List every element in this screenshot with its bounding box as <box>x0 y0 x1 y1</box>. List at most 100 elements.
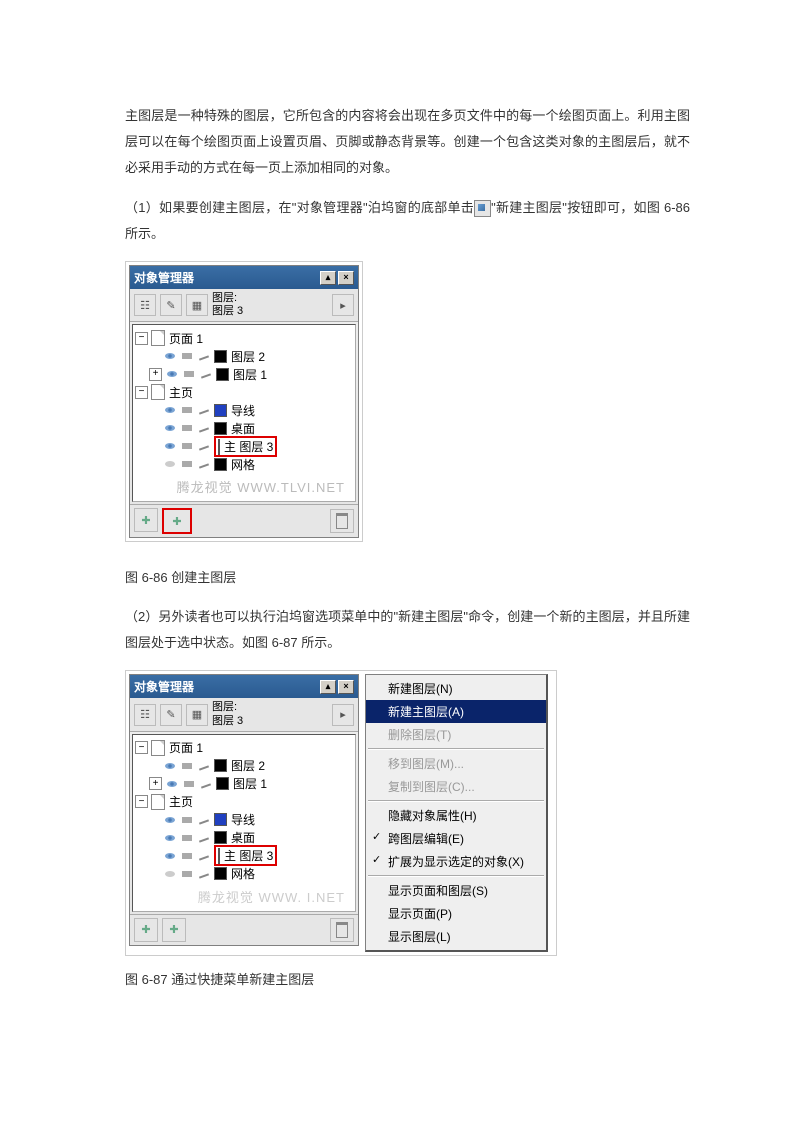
printer-icon[interactable] <box>180 422 194 434</box>
eye-icon[interactable] <box>163 351 177 361</box>
menu-cross-layer-edit[interactable]: 跨图层编辑(E) <box>366 827 546 850</box>
eye-icon[interactable] <box>163 815 177 825</box>
menu-hide-props[interactable]: 隐藏对象属性(H) <box>366 804 546 827</box>
eye-icon[interactable] <box>163 833 177 843</box>
tree-master[interactable]: −主页 <box>135 383 353 401</box>
layer-tree: −页面 1 图层 2 + 图层 1 −主页 <box>132 734 356 912</box>
pen-icon[interactable] <box>199 778 213 790</box>
menu-expand-selected[interactable]: 扩展为显示选定的对象(X) <box>366 850 546 873</box>
watermark: 腾龙视觉 WWW. I.NET <box>135 883 353 907</box>
tree-layer2[interactable]: 图层 2 <box>135 347 353 365</box>
printer-icon[interactable] <box>180 760 194 772</box>
eye-icon[interactable] <box>163 851 177 861</box>
printer-icon[interactable] <box>180 850 194 862</box>
printer-icon[interactable] <box>180 440 194 452</box>
toolbar-btn-1[interactable]: ☷ <box>134 294 156 316</box>
tree-master[interactable]: −主页 <box>135 793 353 811</box>
color-swatch[interactable] <box>214 458 227 471</box>
pen-icon[interactable] <box>197 458 211 470</box>
minimize-button[interactable]: ▴ <box>320 271 336 285</box>
pen-icon[interactable] <box>197 350 211 362</box>
pen-icon[interactable] <box>197 850 211 862</box>
context-menu: 新建图层(N) 新建主图层(A) 删除图层(T) 移到图层(M)... 复制到图… <box>365 674 548 952</box>
eye-icon[interactable] <box>163 423 177 433</box>
tree-page1[interactable]: −页面 1 <box>135 739 353 757</box>
figure-687: 对象管理器 ▴ × ☷ ✎ ▦ 图层: 图层 3 ▸ −页面 1 <box>125 670 557 956</box>
close-button[interactable]: × <box>338 271 354 285</box>
object-manager-panel: 对象管理器 ▴ × ☷ ✎ ▦ 图层: 图层 3 ▸ −页面 1 <box>129 265 359 538</box>
figure-686-caption: 图 6-86 创建主图层 <box>125 567 690 586</box>
new-layer-button[interactable]: ✚ <box>134 508 158 532</box>
eye-icon[interactable] <box>163 441 177 451</box>
new-master-layer-button[interactable]: ✚ <box>162 918 186 942</box>
menu-delete-layer: 删除图层(T) <box>366 723 546 746</box>
eye-icon[interactable] <box>163 869 177 879</box>
toolbar-menu-btn[interactable]: ▸ <box>332 704 354 726</box>
eye-icon[interactable] <box>163 761 177 771</box>
new-layer-button[interactable]: ✚ <box>134 918 158 942</box>
tree-guides[interactable]: 导线 <box>135 401 353 419</box>
layer-label-top: 图层: <box>212 292 243 305</box>
menu-new-layer[interactable]: 新建图层(N) <box>366 677 546 700</box>
menu-show-layer[interactable]: 显示图层(L) <box>366 925 546 948</box>
printer-icon[interactable] <box>180 350 194 362</box>
tree-desktop[interactable]: 桌面 <box>135 829 353 847</box>
delete-layer-button[interactable] <box>330 918 354 942</box>
pen-icon[interactable] <box>197 760 211 772</box>
layer-tree: −页面 1 图层 2 + 图层 1 −主页 <box>132 324 356 502</box>
pen-icon[interactable] <box>199 368 213 380</box>
layer-label-bottom: 图层 3 <box>212 715 243 728</box>
tree-desktop[interactable]: 桌面 <box>135 419 353 437</box>
tree-grid[interactable]: 网格 <box>135 865 353 883</box>
toolbar-btn-1[interactable]: ☷ <box>134 704 156 726</box>
printer-icon[interactable] <box>180 404 194 416</box>
pen-icon[interactable] <box>197 868 211 880</box>
toolbar-btn-3[interactable]: ▦ <box>186 704 208 726</box>
menu-new-master-layer[interactable]: 新建主图层(A) <box>366 700 546 723</box>
printer-icon[interactable] <box>180 814 194 826</box>
toolbar-btn-2[interactable]: ✎ <box>160 294 182 316</box>
eye-icon[interactable] <box>163 459 177 469</box>
eye-icon[interactable] <box>165 369 179 379</box>
toolbar-btn-2[interactable]: ✎ <box>160 704 182 726</box>
pen-icon[interactable] <box>197 814 211 826</box>
printer-icon[interactable] <box>180 868 194 880</box>
layer-label-bottom: 图层 3 <box>212 305 243 318</box>
intro-paragraph: 主图层是一种特殊的图层，它所包含的内容将会出现在多页文件中的每一个绘图页面上。利… <box>125 103 690 181</box>
color-swatch[interactable] <box>214 350 227 363</box>
tree-layer1[interactable]: + 图层 1 <box>135 775 353 793</box>
pen-icon[interactable] <box>197 832 211 844</box>
printer-icon[interactable] <box>180 458 194 470</box>
close-button[interactable]: × <box>338 680 354 694</box>
panel-titlebar: 对象管理器 ▴ × <box>130 675 358 698</box>
pen-icon[interactable] <box>197 422 211 434</box>
pen-icon[interactable] <box>197 404 211 416</box>
printer-icon[interactable] <box>182 778 196 790</box>
panel-title: 对象管理器 <box>134 269 194 286</box>
eye-icon[interactable] <box>165 779 179 789</box>
toolbar-btn-3[interactable]: ▦ <box>186 294 208 316</box>
color-swatch[interactable] <box>214 404 227 417</box>
menu-show-page-layer[interactable]: 显示页面和图层(S) <box>366 879 546 902</box>
minimize-button[interactable]: ▴ <box>320 680 336 694</box>
tree-master-layer3[interactable]: 主 图层 3 <box>135 437 353 455</box>
color-swatch[interactable] <box>218 439 220 455</box>
color-swatch[interactable] <box>214 422 227 435</box>
tree-grid[interactable]: 网格 <box>135 455 353 473</box>
printer-icon[interactable] <box>182 368 196 380</box>
tree-guides[interactable]: 导线 <box>135 811 353 829</box>
tree-master-layer3[interactable]: 主 图层 3 <box>135 847 353 865</box>
figure-686: 对象管理器 ▴ × ☷ ✎ ▦ 图层: 图层 3 ▸ −页面 1 <box>125 261 363 542</box>
menu-show-page[interactable]: 显示页面(P) <box>366 902 546 925</box>
tree-layer2[interactable]: 图层 2 <box>135 757 353 775</box>
delete-layer-button[interactable] <box>330 509 354 533</box>
color-swatch[interactable] <box>216 368 229 381</box>
toolbar-menu-btn[interactable]: ▸ <box>332 294 354 316</box>
tree-layer1[interactable]: + 图层 1 <box>135 365 353 383</box>
eye-icon[interactable] <box>163 405 177 415</box>
tree-page1[interactable]: −页面 1 <box>135 329 353 347</box>
new-master-layer-button[interactable]: ✚ <box>162 508 192 534</box>
printer-icon[interactable] <box>180 832 194 844</box>
menu-move-to-layer: 移到图层(M)... <box>366 752 546 775</box>
pen-icon[interactable] <box>197 440 211 452</box>
